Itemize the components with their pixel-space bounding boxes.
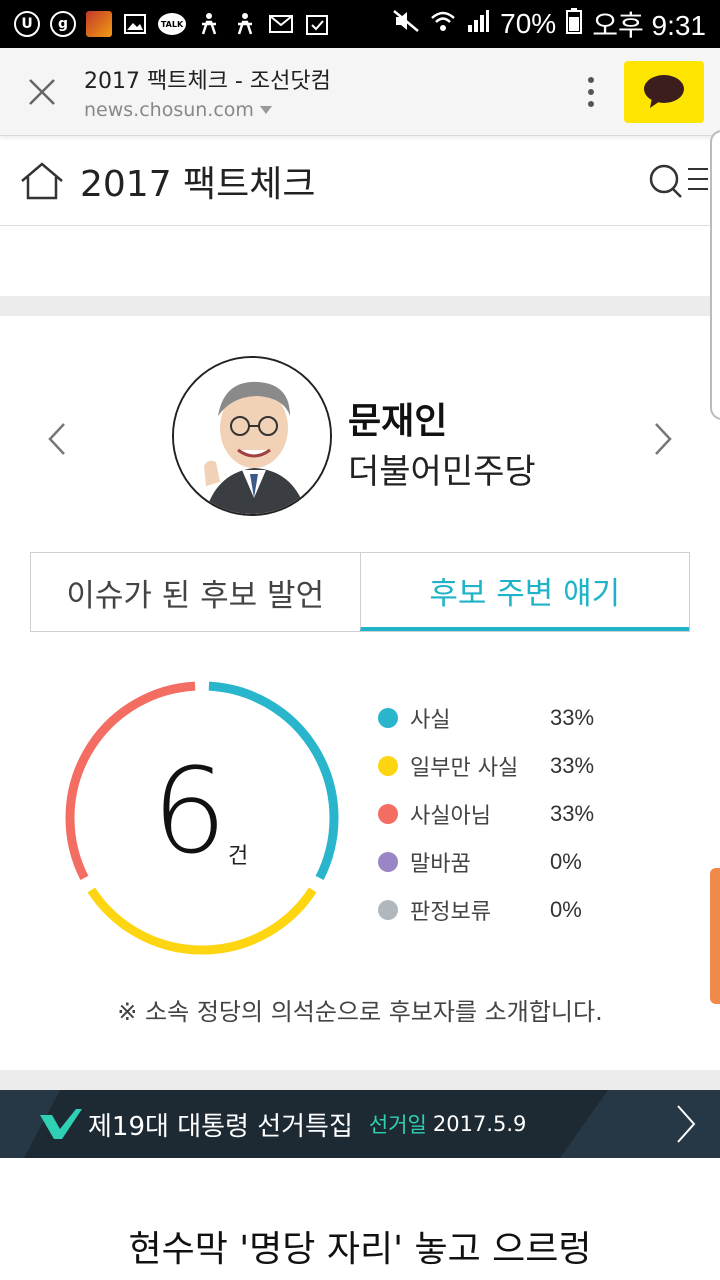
ordering-note: ※ 소속 정당의 의석순으로 후보자를 소개합니다.	[117, 998, 603, 1026]
legend-percent: 33%	[550, 753, 595, 778]
candidate-caricature-icon	[174, 358, 330, 514]
kakao-share-button[interactable]	[624, 60, 704, 123]
legend-dot-pending	[378, 900, 398, 920]
search-menu-icon	[649, 164, 708, 198]
legend: 사실 33% 일부만 사실 33% 사실아님 33% 말바꿈 0% 판정보류 0…	[378, 694, 678, 934]
u-plus-icon: U	[14, 11, 40, 37]
url-row: news.chosun.com	[84, 99, 566, 121]
site-title: 2017 팩트체크	[80, 163, 316, 205]
legend-label: 일부만 사실	[410, 756, 519, 781]
home-button[interactable]	[0, 136, 80, 226]
task-icon	[304, 11, 330, 37]
address-area[interactable]: 2017 팩트체크 - 조선닷컴 news.chosun.com	[84, 63, 566, 121]
dot	[588, 88, 594, 95]
legend-label: 말바꿈	[410, 852, 471, 877]
search-menu-button[interactable]	[640, 136, 720, 226]
article-headline[interactable]: 현수막 '명당 자리' 놓고 으르렁	[0, 1220, 720, 1272]
legend-label: 사실	[410, 708, 451, 733]
site-header: 2017 팩트체크	[0, 136, 720, 226]
dot	[588, 76, 594, 83]
legend-percent: 0%	[550, 849, 582, 874]
candidate-section: 문재인 더불어민주당	[0, 316, 720, 546]
battery-icon	[566, 7, 583, 41]
chevron-down-icon	[259, 105, 272, 114]
wifi-icon	[430, 9, 456, 40]
mail-icon	[268, 11, 294, 37]
url-text: news.chosun.com	[84, 98, 254, 121]
legend-item: 일부만 사실 33%	[378, 742, 678, 790]
game-icon	[86, 11, 112, 37]
g-icon: g	[50, 11, 76, 37]
figure-icon	[232, 11, 258, 37]
clock: 오후 9:31	[592, 10, 706, 41]
banner-date: 2017.5.9	[432, 1112, 527, 1136]
legend-dot-fact	[378, 708, 398, 728]
statement-tabs: 이슈가 된 후보 발언 후보 주변 얘기	[30, 552, 690, 632]
legend-dot-not-fact	[378, 804, 398, 824]
chevron-right-icon	[677, 1105, 696, 1143]
gallery-icon	[122, 11, 148, 37]
legend-percent: 33%	[550, 705, 595, 730]
donut-segment-1	[87, 887, 317, 955]
tab-candidate-statements[interactable]: 이슈가 된 후보 발언	[31, 553, 360, 631]
legend-label: 사실아님	[410, 804, 491, 829]
close-tab-button[interactable]	[0, 48, 84, 136]
next-candidate-button[interactable]	[648, 414, 678, 464]
home-icon	[21, 161, 63, 199]
mute-icon	[392, 9, 420, 40]
figure-icon	[196, 11, 222, 37]
divider	[0, 296, 720, 316]
legend-item: 판정보류 0%	[378, 886, 678, 934]
legend-item: 말바꿈 0%	[378, 838, 678, 886]
banner-title: 제19대 대통령 선거특집	[88, 1111, 353, 1142]
kakaotalk-icon: TALK	[158, 13, 186, 35]
tab-candidate-surroundings[interactable]: 후보 주변 얘기	[359, 553, 689, 631]
legend-label: 판정보류	[410, 900, 491, 925]
dot	[588, 100, 594, 107]
speech-bubble-icon	[644, 74, 684, 108]
avatar	[172, 356, 332, 516]
banner-date-label: 선거일	[368, 1113, 427, 1137]
status-bar: U g TALK 70% 오후 9:31	[0, 0, 720, 48]
more-options-button[interactable]	[566, 48, 616, 136]
divider	[0, 1070, 720, 1090]
battery-percent: 70%	[500, 8, 557, 39]
legend-item: 사실 33%	[378, 694, 678, 742]
prev-candidate-button[interactable]	[42, 414, 72, 464]
legend-percent: 0%	[550, 897, 582, 922]
legend-dot-partly-fact	[378, 756, 398, 776]
total-count: 6	[152, 742, 228, 880]
signal-icon	[466, 9, 490, 40]
candidate-name: 문재인	[348, 401, 448, 442]
edge-panel-handle[interactable]	[710, 130, 720, 420]
page-title: 2017 팩트체크 - 조선닷컴	[84, 68, 331, 94]
check-logo-icon	[40, 1109, 82, 1139]
election-special-banner[interactable]: 제19대 대통령 선거특집 선거일 2017.5.9	[0, 1090, 720, 1158]
chevron-right-icon	[655, 423, 672, 455]
chevron-left-icon	[48, 423, 65, 455]
edge-panel-tab[interactable]	[710, 868, 720, 1004]
close-icon	[29, 78, 55, 105]
legend-item: 사실아님 33%	[378, 790, 678, 838]
legend-percent: 33%	[550, 801, 595, 826]
legend-dot-flip-flop	[378, 852, 398, 872]
candidate-party: 더불어민주당	[348, 452, 536, 492]
total-unit: 건	[228, 844, 249, 869]
browser-toolbar: 2017 팩트체크 - 조선닷컴 news.chosun.com	[0, 48, 720, 136]
